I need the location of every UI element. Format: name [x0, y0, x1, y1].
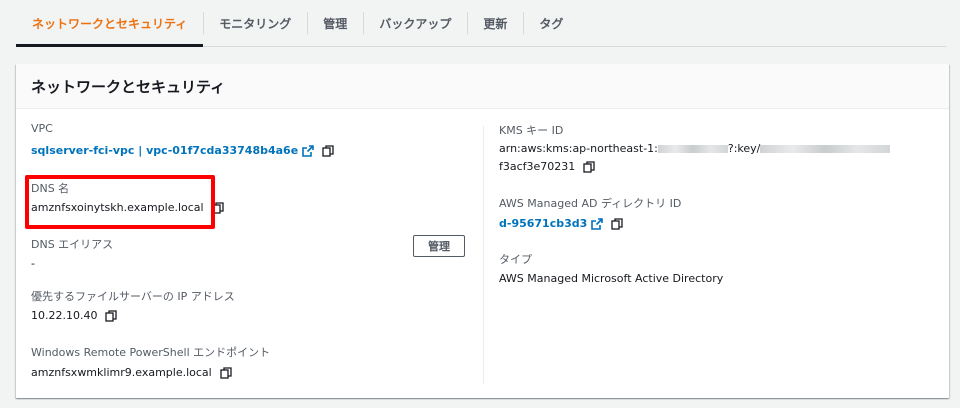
vpc-link[interactable]: sqlserver-fci-vpc | vpc-01f7cda33748b4a6…	[31, 144, 298, 157]
kms-key-value-line1: arn:aws:kms:ap-northeast-1: ?:key/	[499, 142, 891, 155]
kms-key-suffix: f3acf3e70231	[499, 160, 576, 173]
vpc-label: VPC	[31, 122, 53, 135]
kms-key-prefix: arn:aws:kms:ap-northeast-1:	[499, 142, 658, 155]
powershell-text: amznfsxwmklimr9.example.local	[31, 366, 212, 379]
column-divider	[483, 126, 484, 384]
tab-tags[interactable]: タグ	[523, 0, 579, 46]
dns-name-highlight-box	[25, 175, 215, 229]
panel-title: ネットワークとセキュリティ	[16, 64, 949, 109]
ad-directory-link[interactable]: d-95671cb3d3	[499, 217, 587, 230]
redacted-account-id	[657, 144, 728, 153]
kms-key-value-line2: f3acf3e70231	[499, 160, 595, 173]
vpc-value: sqlserver-fci-vpc | vpc-01f7cda33748b4a6…	[31, 144, 334, 157]
external-link-icon[interactable]	[591, 217, 604, 230]
powershell-label: Windows Remote PowerShell エンドポイント	[31, 346, 271, 359]
kms-key-label: KMS キー ID	[499, 124, 564, 137]
preferred-ip-text: 10.22.10.40	[31, 309, 98, 322]
tab-updates[interactable]: 更新	[467, 0, 523, 46]
preferred-ip-value: 10.22.10.40	[31, 309, 118, 322]
type-label: タイプ	[499, 253, 532, 266]
tab-bar: ネットワークとセキュリティ モニタリング 管理 バックアップ 更新 タグ	[16, 0, 946, 47]
copy-icon[interactable]	[220, 366, 232, 379]
type-value: AWS Managed Microsoft Active Directory	[499, 272, 724, 285]
ad-directory-label: AWS Managed AD ディレクトリ ID	[499, 197, 682, 210]
powershell-value: amznfsxwmklimr9.example.local	[31, 366, 232, 379]
external-link-icon[interactable]	[302, 144, 314, 157]
tab-backup[interactable]: バックアップ	[363, 0, 467, 46]
dns-alias-label: DNS エイリアス	[31, 238, 114, 251]
tab-monitoring[interactable]: モニタリング	[203, 0, 307, 46]
dns-alias-value: -	[31, 257, 35, 270]
copy-icon[interactable]	[611, 217, 623, 230]
redacted-key-id	[760, 144, 891, 153]
manage-button[interactable]: 管理	[413, 235, 465, 257]
kms-key-middle: ?:key/	[727, 142, 761, 155]
copy-icon[interactable]	[322, 144, 334, 157]
preferred-ip-label: 優先するファイルサーバーの IP アドレス	[31, 290, 235, 303]
tab-administration[interactable]: 管理	[307, 0, 363, 46]
tab-network-security[interactable]: ネットワークとセキュリティ	[16, 0, 204, 47]
ad-directory-value: d-95671cb3d3	[499, 217, 623, 230]
copy-icon[interactable]	[105, 309, 118, 322]
network-security-panel: ネットワークとセキュリティ VPC sqlserver-fci-vpc | vp…	[16, 64, 949, 398]
copy-icon[interactable]	[583, 160, 595, 173]
